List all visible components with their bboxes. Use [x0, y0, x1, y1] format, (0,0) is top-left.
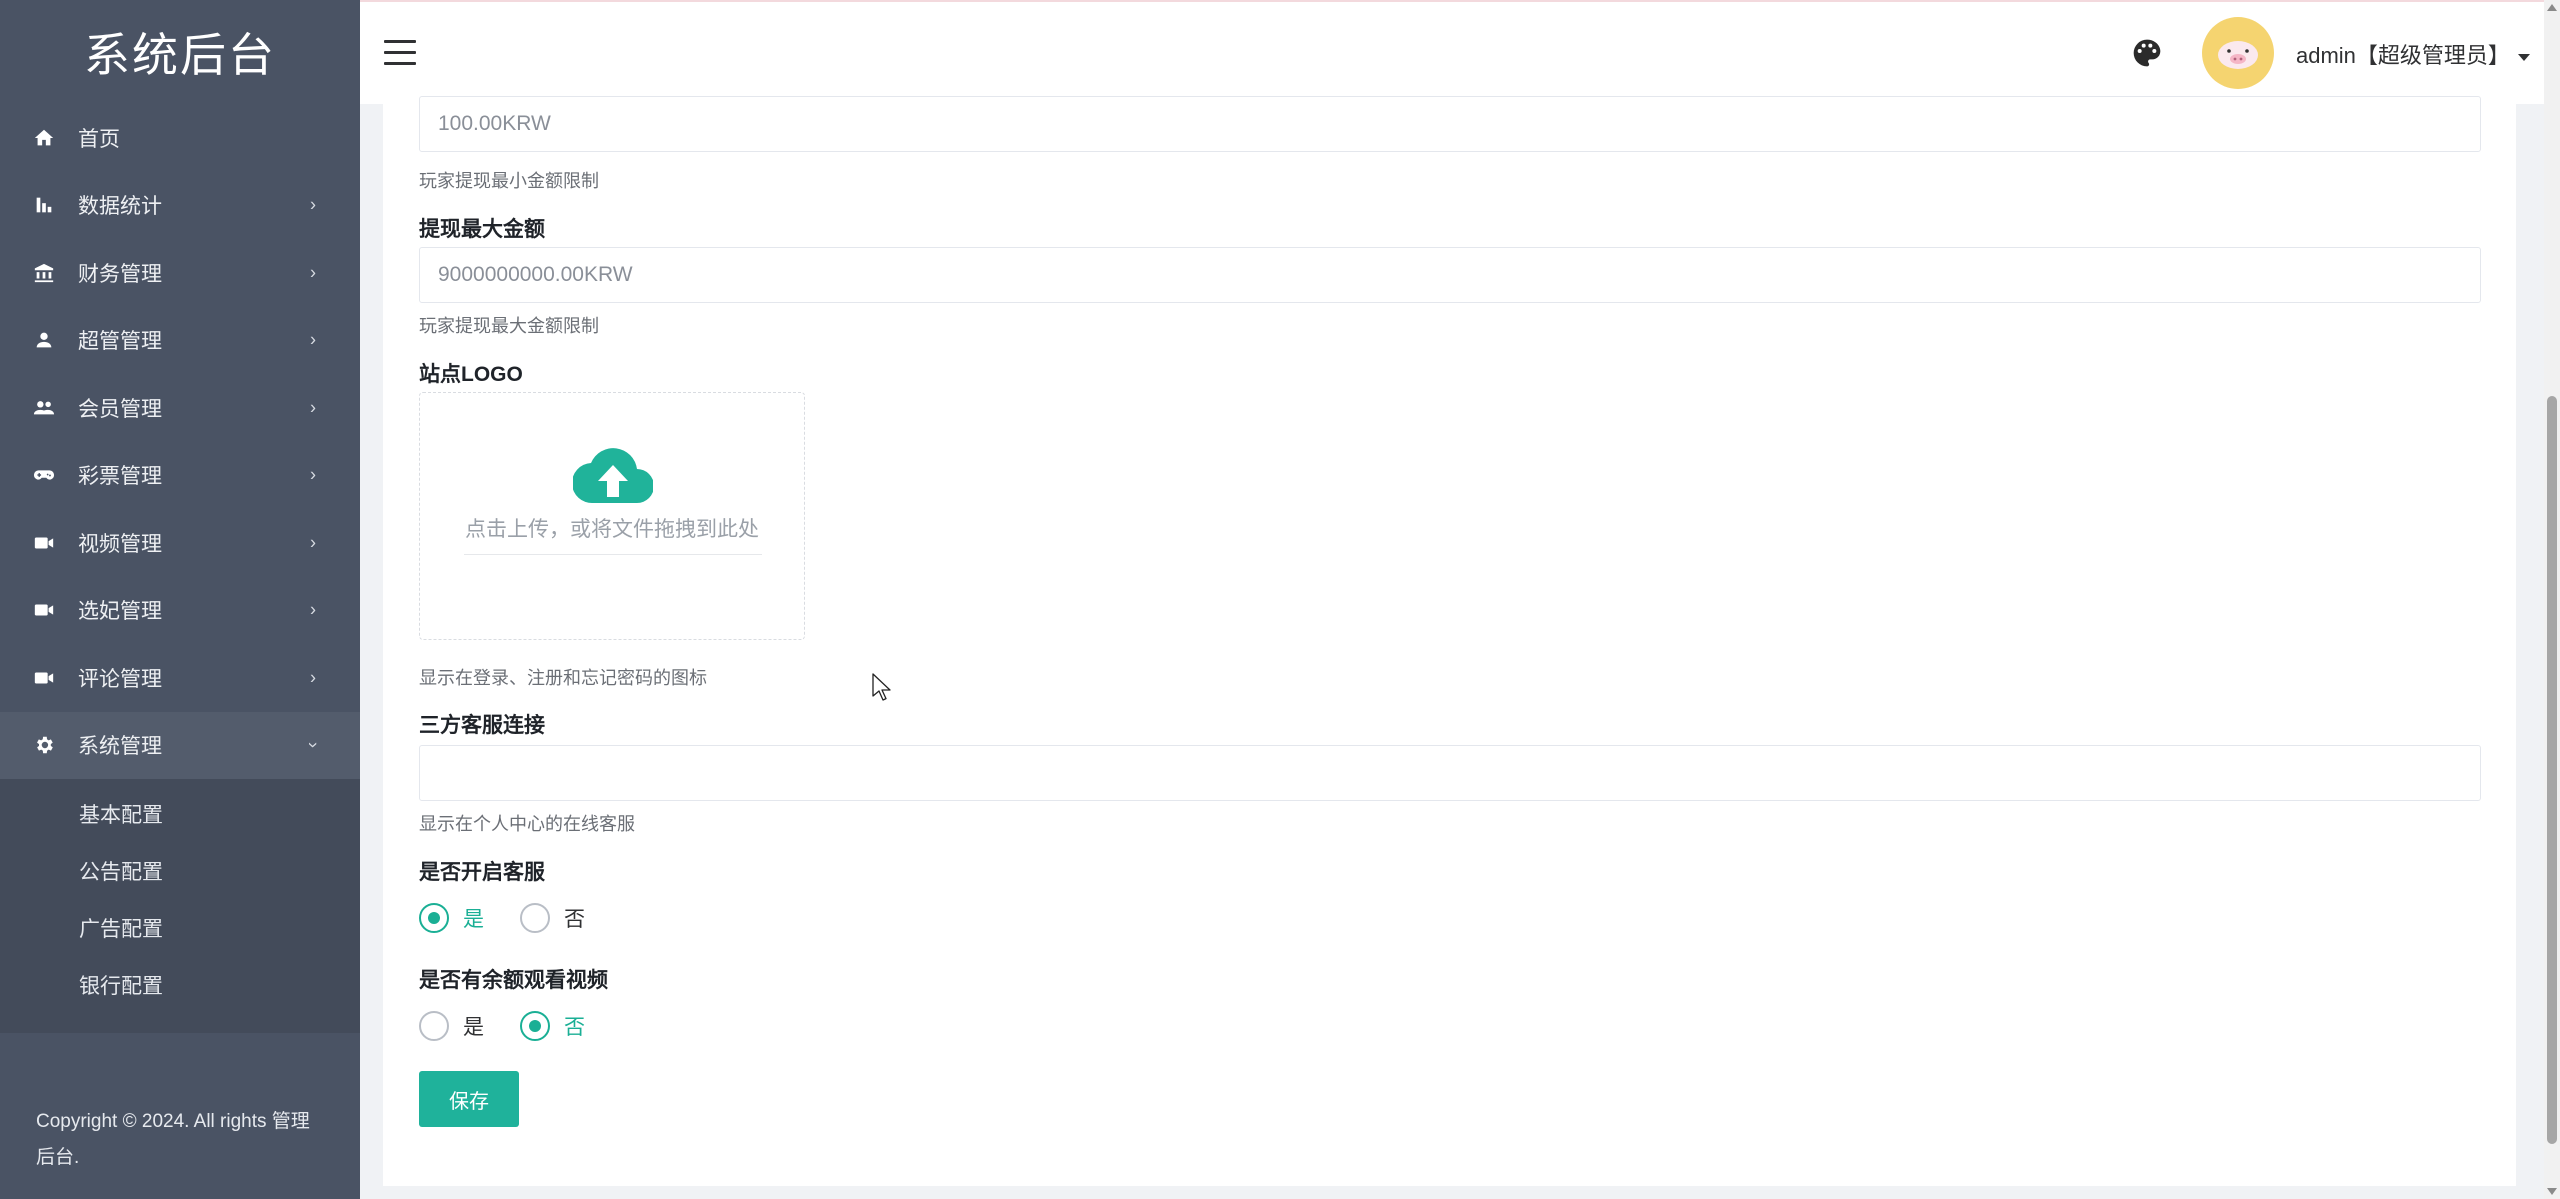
chevron-right-icon: ›	[310, 194, 316, 215]
max-withdraw-label: 提现最大金额	[419, 218, 545, 241]
sidebar-item-lottery[interactable]: 彩票管理 ›	[0, 442, 360, 510]
menu-toggle-icon[interactable]	[384, 40, 416, 66]
balance-video-no-radio[interactable]: 否	[520, 1011, 585, 1041]
max-withdraw-input[interactable]: 9000000000.00KRW	[419, 247, 2481, 303]
sidebar-item-label: 会员管理	[78, 397, 162, 421]
chevron-down-icon: ›	[303, 742, 324, 749]
service-link-input[interactable]	[419, 745, 2481, 801]
sidebar-item-home[interactable]: 首页	[0, 104, 360, 172]
home-icon	[32, 126, 56, 150]
sidebar-item-label: 评论管理	[78, 667, 162, 691]
sidebar-item-label: 彩票管理	[78, 465, 162, 489]
sidebar-item-admins[interactable]: 超管管理 ›	[0, 307, 360, 375]
person-icon	[32, 328, 56, 352]
chevron-right-icon: ›	[310, 464, 316, 485]
balance-video-yes-radio[interactable]: 是	[419, 1011, 484, 1041]
mouse-pointer-icon	[872, 673, 891, 701]
bar-chart-icon	[32, 193, 56, 217]
username-label: admin【超级管理员】	[2296, 43, 2510, 68]
system-submenu: 基本配置 公告配置 广告配置 银行配置	[0, 779, 360, 1033]
service-link-hint: 显示在个人中心的在线客服	[419, 814, 635, 834]
sidebar-item-label: 视频管理	[78, 532, 162, 556]
logo-upload-area[interactable]: 点击上传，或将文件拖拽到此处	[419, 392, 805, 640]
submenu-item-ad-config[interactable]: 广告配置	[0, 899, 360, 956]
avatar[interactable]	[2202, 17, 2274, 89]
sidebar-item-system[interactable]: 系统管理 ›	[0, 711, 360, 779]
video-camera-icon	[32, 598, 56, 622]
min-withdraw-hint: 玩家提现最小金额限制	[419, 171, 599, 191]
sidebar-item-comments[interactable]: 评论管理 ›	[0, 644, 360, 712]
chevron-right-icon: ›	[310, 262, 316, 283]
user-menu[interactable]: admin【超级管理员】	[2296, 38, 2530, 70]
chevron-right-icon: ›	[310, 667, 316, 688]
scroll-down-icon[interactable]	[2547, 1188, 2557, 1195]
page-scrollbar[interactable]	[2544, 0, 2560, 1199]
palette-icon[interactable]	[2131, 37, 2163, 69]
sidebar-item-statistics[interactable]: 数据统计 ›	[0, 172, 360, 240]
logo-hint: 显示在登录、注册和忘记密码的图标	[419, 668, 707, 688]
chevron-right-icon: ›	[310, 599, 316, 620]
bank-icon	[32, 261, 56, 285]
open-service-yes-radio[interactable]: 是	[419, 903, 484, 933]
scroll-up-icon[interactable]	[2547, 4, 2557, 11]
radio-checked-icon	[520, 1011, 550, 1041]
upload-hint-text: 点击上传，或将文件拖拽到此处	[465, 518, 759, 541]
pig-avatar-icon	[2218, 41, 2258, 69]
sidebar-item-members[interactable]: 会员管理 ›	[0, 374, 360, 442]
sidebar-item-label: 财务管理	[78, 262, 162, 286]
sidebar-item-label: 系统管理	[78, 735, 162, 759]
balance-video-radio-group: 是 否	[419, 1011, 621, 1041]
chevron-right-icon: ›	[310, 397, 316, 418]
gamepad-icon	[32, 463, 56, 487]
people-icon	[32, 396, 56, 420]
chevron-right-icon: ›	[310, 532, 316, 553]
service-link-label: 三方客服连接	[419, 714, 545, 737]
scroll-thumb[interactable]	[2547, 396, 2557, 1144]
radio-unchecked-icon	[520, 903, 550, 933]
settings-form: 100.00KRW 玩家提现最小金额限制 提现最大金额 9000000000.0…	[383, 96, 2516, 1186]
radio-checked-icon	[419, 903, 449, 933]
video-camera-icon	[32, 531, 56, 555]
submenu-item-basic-config[interactable]: 基本配置	[0, 785, 360, 842]
sidebar-item-videos[interactable]: 视频管理 ›	[0, 509, 360, 577]
sidebar-item-finance[interactable]: 财务管理 ›	[0, 239, 360, 307]
submenu-item-bank-config[interactable]: 银行配置	[0, 956, 360, 1013]
balance-video-label: 是否有余额观看视频	[419, 969, 608, 992]
save-button[interactable]: 保存	[419, 1071, 519, 1127]
submenu-item-notice-config[interactable]: 公告配置	[0, 842, 360, 899]
sidebar-item-selection[interactable]: 选妃管理 ›	[0, 577, 360, 645]
cloud-upload-icon	[573, 448, 653, 504]
sidebar: 系统后台 首页 数据统计 › 财务管理 › 超管管理 › 会员管理 › 彩票管理…	[0, 0, 360, 1199]
chevron-right-icon: ›	[310, 329, 316, 350]
brand-title: 系统后台	[84, 29, 276, 81]
open-service-no-radio[interactable]: 否	[520, 903, 585, 933]
video-camera-icon	[32, 666, 56, 690]
max-withdraw-hint: 玩家提现最大金额限制	[419, 316, 599, 336]
radio-unchecked-icon	[419, 1011, 449, 1041]
min-withdraw-input[interactable]: 100.00KRW	[419, 96, 2481, 152]
open-service-radio-group: 是 否	[419, 903, 621, 933]
sidebar-item-label: 选妃管理	[78, 600, 162, 624]
sidebar-item-label: 数据统计	[78, 195, 162, 219]
logo-label: 站点LOGO	[419, 363, 523, 386]
open-service-label: 是否开启客服	[419, 861, 545, 884]
top-header: admin【超级管理员】	[360, 0, 2544, 104]
gear-icon	[32, 733, 56, 757]
sidebar-item-label: 超管管理	[78, 330, 162, 354]
sidebar-item-label: 首页	[78, 127, 120, 151]
upload-divider	[464, 554, 762, 555]
caret-down-icon	[2517, 53, 2530, 61]
copyright-text: Copyright © 2024. All rights 管理后台.	[36, 1111, 310, 1168]
